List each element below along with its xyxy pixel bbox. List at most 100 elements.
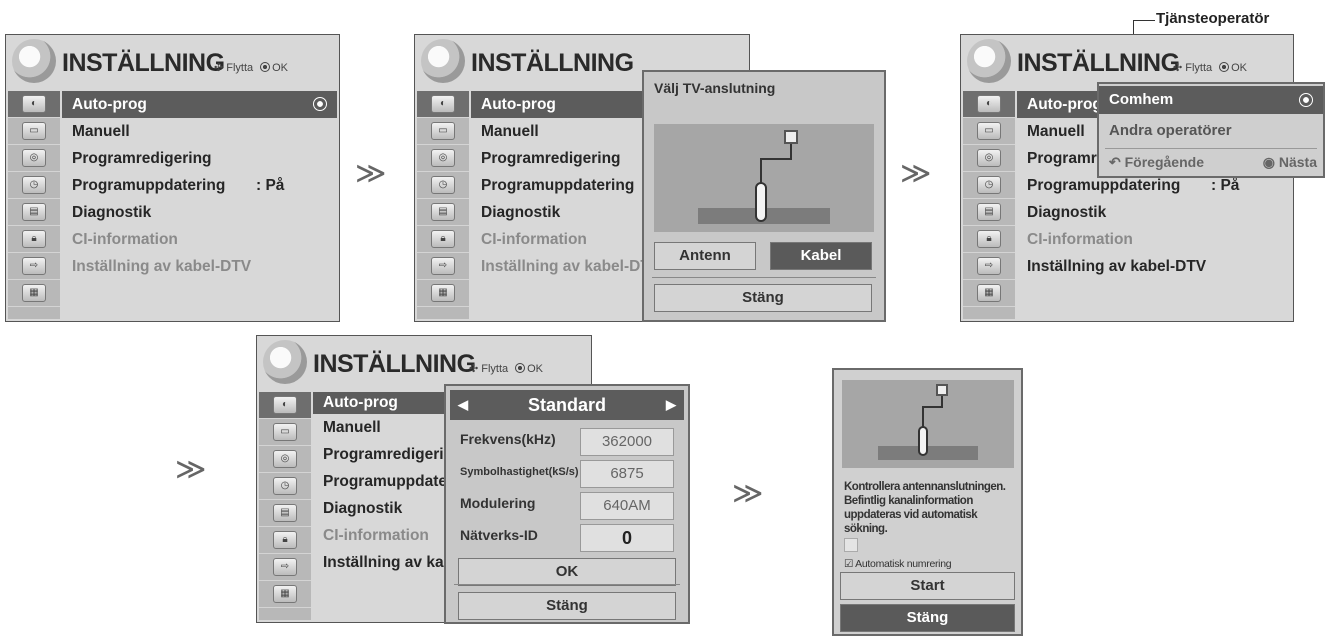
lock-category-icon[interactable]: 🔒︎: [417, 226, 469, 253]
menu-item-auto-prog[interactable]: Auto-prog: [62, 91, 337, 118]
menu-item-cable-dtv-setup[interactable]: Inställning av kabel-DTV: [1017, 253, 1291, 280]
dialog-title: Välj TV-anslutning: [654, 80, 776, 96]
ok-icon: [1219, 62, 1230, 72]
media-category-icon[interactable]: ▦: [259, 581, 311, 608]
close-button[interactable]: Stäng: [458, 592, 676, 620]
setup-category-icon[interactable]: ◐: [417, 91, 469, 118]
category-sidebar: ◐ ▭ ◎ ◷ ▤ 🔒︎ ⇨ ▦: [963, 91, 1015, 319]
service-operator-callout: Tjänsteoperatör: [1156, 10, 1270, 27]
symbol-rate-field: Symbolhastighet(kS/s) 6875: [460, 458, 674, 488]
lock-category-icon[interactable]: 🔒︎: [963, 226, 1015, 253]
nav-hint: ✣ Flytta OK: [214, 62, 289, 74]
input-category-icon[interactable]: ⇨: [963, 253, 1015, 280]
setup-category-icon[interactable]: ◐: [259, 392, 311, 419]
network-id-field: Nätverks-ID 0: [460, 522, 674, 552]
step-arrow-1: ≫: [355, 157, 387, 190]
time-category-icon[interactable]: ◷: [417, 172, 469, 199]
menu-title: INSTÄLLNING: [62, 49, 225, 77]
ok-button[interactable]: OK: [458, 558, 676, 586]
previous-button[interactable]: ↶ Föregående: [1109, 154, 1204, 171]
menu-item-diagnostics[interactable]: Diagnostik: [1017, 199, 1291, 226]
menu-item-cable-dtv-setup: Inställning av kabel-DTV: [72, 258, 252, 275]
step-arrow-4: ≫: [732, 477, 764, 510]
input-category-icon[interactable]: ⇨: [8, 253, 60, 280]
satellite-logo-icon: [12, 39, 56, 83]
picture-category-icon[interactable]: ▭: [417, 118, 469, 145]
ok-icon: [260, 62, 271, 72]
lock-category-icon[interactable]: 🔒︎: [259, 527, 311, 554]
media-category-icon[interactable]: ▦: [8, 280, 60, 307]
satellite-logo-icon: [967, 39, 1011, 83]
menu-header: INSTÄLLNING ✣ Flytta OK: [6, 35, 339, 91]
option-category-icon[interactable]: ▤: [8, 199, 60, 226]
audio-category-icon[interactable]: ◎: [259, 446, 311, 473]
time-category-icon[interactable]: ◷: [963, 172, 1015, 199]
option-category-icon[interactable]: ▤: [963, 199, 1015, 226]
auto-tuning-dialog: Kontrollera antennanslutningen. Befintli…: [832, 368, 1023, 636]
lock-category-icon[interactable]: 🔒︎: [8, 226, 60, 253]
time-category-icon[interactable]: ◷: [259, 473, 311, 500]
setup-category-icon[interactable]: ◐: [963, 91, 1015, 118]
start-button[interactable]: Start: [840, 572, 1015, 600]
close-button[interactable]: Stäng: [654, 284, 872, 312]
menu-item-ci-info: CI-information: [1027, 231, 1133, 248]
move-arrows-icon: ✣: [469, 363, 479, 375]
auto-numbering-checkbox[interactable]: ☑ Automatisk numrering: [844, 558, 952, 570]
menu-item-manual[interactable]: Manuell: [62, 118, 337, 145]
ok-button-icon: [1299, 93, 1313, 107]
picture-category-icon[interactable]: ▭: [8, 118, 60, 145]
antenna-button[interactable]: Antenn: [654, 242, 756, 270]
network-id-input[interactable]: 0: [580, 524, 674, 552]
media-category-icon[interactable]: ▦: [417, 280, 469, 307]
move-arrows-icon: ✣: [1173, 62, 1183, 74]
audio-category-icon[interactable]: ◎: [963, 145, 1015, 172]
time-category-icon[interactable]: ◷: [8, 172, 60, 199]
setup-category-icon[interactable]: ◐: [8, 91, 60, 118]
option-category-icon[interactable]: ▤: [259, 500, 311, 527]
menu-title: INSTÄLLNING: [471, 49, 634, 77]
option-category-icon[interactable]: ▤: [417, 199, 469, 226]
check-antenna-message: Kontrollera antennanslutningen. Befintli…: [844, 481, 1006, 535]
antenna-cable-illustration: [654, 124, 874, 232]
modulation-input[interactable]: 640AM: [580, 492, 674, 520]
wall-socket-icon: [936, 384, 948, 396]
mode-selector[interactable]: ◀ Standard ▶: [450, 390, 684, 420]
menu-title: INSTÄLLNING: [313, 350, 476, 378]
audio-category-icon[interactable]: ◎: [417, 145, 469, 172]
setup-menu-list: Auto-prog Manuell Programredigering Prog…: [62, 91, 337, 280]
cable-button[interactable]: Kabel: [770, 242, 872, 270]
picture-category-icon[interactable]: ▭: [963, 118, 1015, 145]
nav-hint: ✣ Flytta OK: [1173, 62, 1248, 74]
operator-option-comhem[interactable]: Comhem: [1099, 86, 1323, 114]
picture-category-icon[interactable]: ▭: [259, 419, 311, 446]
back-icon: ↶: [1109, 154, 1121, 170]
setup-menu-screen-1: INSTÄLLNING ✣ Flytta OK ◐ ▭ ◎ ◷ ▤ 🔒︎ ⇨ ▦ A…: [5, 34, 340, 322]
audio-category-icon[interactable]: ◎: [8, 145, 60, 172]
left-arrow-icon[interactable]: ◀: [458, 390, 468, 420]
nav-hint: ✣ Flytta OK: [469, 363, 544, 375]
right-arrow-icon[interactable]: ▶: [666, 390, 676, 420]
input-category-icon[interactable]: ⇨: [417, 253, 469, 280]
category-sidebar: ◐ ▭ ◎ ◷ ▤ 🔒︎ ⇨ ▦: [259, 392, 311, 620]
menu-item-program-update[interactable]: Programuppdatering: På: [62, 172, 337, 199]
satellite-logo-icon: [421, 39, 465, 83]
menu-title: INSTÄLLNING: [1017, 49, 1180, 77]
antenna-cable-illustration: [842, 380, 1014, 468]
setup-menu-screen-3: INSTÄLLNING ✣ Flytta OK ◐ ▭ ◎ ◷ ▤ 🔒︎ ⇨ ▦ A…: [960, 34, 1294, 322]
next-button[interactable]: ◉ Nästa: [1263, 154, 1317, 171]
menu-item-program-edit[interactable]: Programredigering: [62, 145, 337, 172]
media-category-icon[interactable]: ▦: [963, 280, 1015, 307]
input-category-icon[interactable]: ⇨: [259, 554, 311, 581]
menu-item-ci-info: CI-information: [72, 231, 178, 248]
satellite-logo-icon: [263, 340, 307, 384]
frequency-input[interactable]: 362000: [580, 428, 674, 456]
operator-option-other[interactable]: Andra operatörer: [1109, 122, 1232, 139]
wall-socket-icon: [784, 130, 798, 144]
menu-item-diagnostics[interactable]: Diagnostik: [62, 199, 337, 226]
checkbox-checked-icon: ☑: [844, 558, 854, 570]
step-arrow-3: ≫: [175, 453, 207, 486]
step-arrow-2: ≫: [900, 157, 932, 190]
close-button[interactable]: Stäng: [840, 604, 1015, 632]
frequency-field: Frekvens(kHz) 362000: [460, 426, 674, 456]
symbol-rate-input[interactable]: 6875: [580, 460, 674, 488]
